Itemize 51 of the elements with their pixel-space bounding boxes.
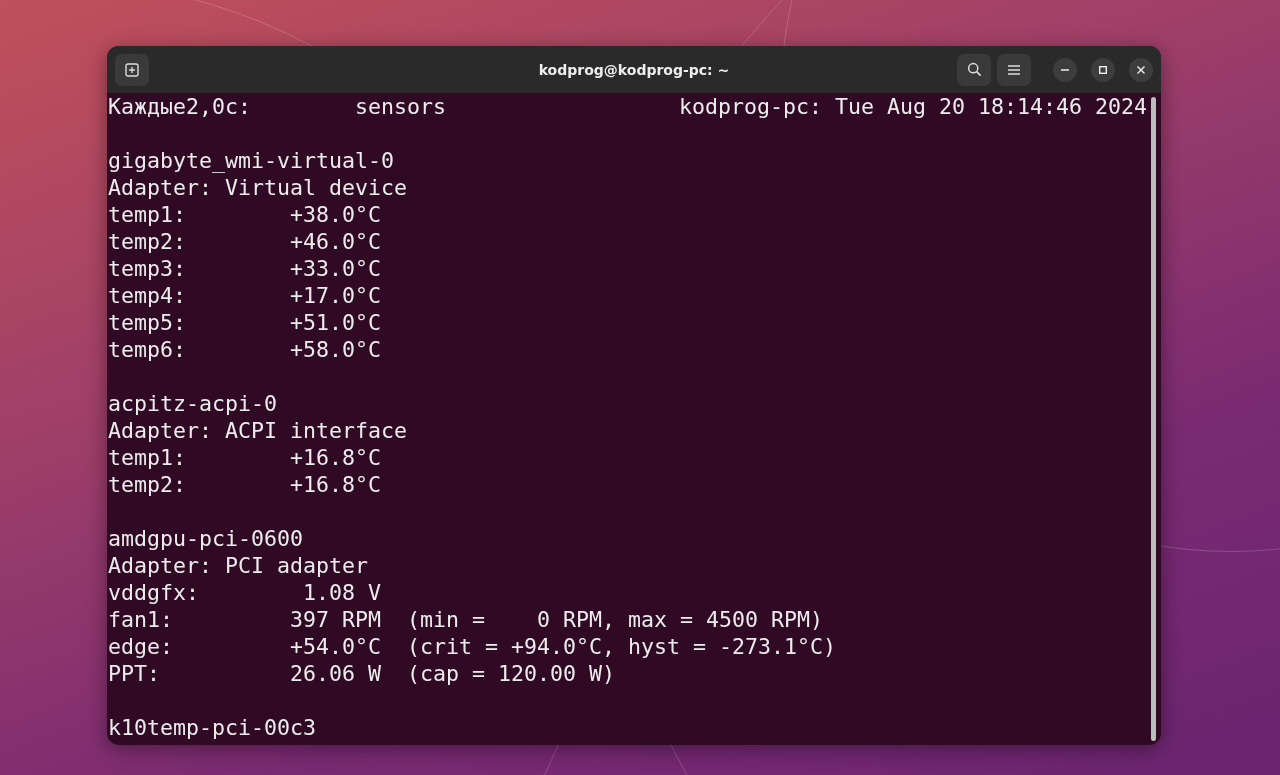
adapter-line: Adapter: PCI adapter — [108, 552, 368, 579]
search-button[interactable] — [957, 53, 991, 86]
sensor-value: +33.0°C — [290, 255, 381, 282]
chip-name: amdgpu-pci-0600 — [108, 525, 303, 552]
adapter-line: Adapter: Virtual device — [108, 174, 407, 201]
sensor-label: temp5: — [108, 310, 186, 335]
menu-icon — [1008, 64, 1020, 75]
sensor-label: temp6: — [108, 337, 186, 362]
scrollbar[interactable] — [1151, 97, 1156, 741]
host-and-time: kodprog-pc: Tue Aug 20 18:14:46 2024 — [678, 93, 1147, 120]
close-icon — [1137, 65, 1145, 74]
watch-interval: Каждые2,0с: — [108, 93, 252, 120]
sensor-limits: (crit = +94.0°C, hyst = -273.1°C) — [407, 633, 837, 660]
sensor-value: 26.06 W — [290, 660, 381, 687]
close-button[interactable] — [1129, 57, 1153, 82]
sensor-value: 397 RPM — [290, 606, 381, 633]
sensor-value: +17.0°C — [290, 282, 381, 309]
sensor-label: vddgfx: — [108, 580, 199, 605]
sensor-label: temp4: — [108, 283, 186, 308]
chip-name: gigabyte_wmi-virtual-0 — [108, 147, 394, 174]
sensor-label: edge: — [108, 634, 173, 659]
sensor-value: +16.8°C — [290, 444, 381, 471]
sensor-value: +51.0°C — [290, 309, 381, 336]
chip-name: acpitz-acpi-0 — [108, 390, 277, 417]
sensor-label: temp1: — [108, 445, 186, 470]
sensor-label: temp2: — [108, 472, 186, 497]
new-tab-icon — [125, 62, 139, 77]
window-title: kodprog@kodprog-pc: ~ — [538, 61, 730, 78]
sensor-limits: (min = 0 RPM, max = 4500 RPM) — [407, 606, 824, 633]
sensor-label: temp1: — [108, 202, 186, 227]
adapter-line: Adapter: ACPI interface — [108, 417, 407, 444]
search-icon — [966, 62, 982, 77]
sensor-value: +54.0°C — [290, 633, 381, 660]
sensor-value: +46.0°C — [290, 228, 381, 255]
sensor-value: +58.0°C — [290, 336, 381, 363]
sensor-value: +38.0°C — [290, 201, 381, 228]
sensor-label: PPT: — [108, 661, 160, 686]
minimize-button[interactable] — [1053, 57, 1077, 82]
sensor-label: temp3: — [108, 256, 186, 281]
sensor-value: 1.08 V — [303, 579, 381, 606]
maximize-icon — [1099, 65, 1107, 74]
sensor-value: +16.8°C — [290, 471, 381, 498]
menu-button[interactable] — [997, 53, 1031, 86]
sensor-limits: (cap = 120.00 W) — [407, 660, 615, 687]
watch-command: sensors — [355, 93, 446, 120]
sensor-label: temp2: — [108, 229, 186, 254]
maximize-button[interactable] — [1091, 57, 1115, 82]
sensor-label: fan1: — [108, 607, 173, 632]
minimize-icon — [1061, 68, 1069, 71]
new-tab-button[interactable] — [115, 53, 149, 86]
chip-name: k10temp-pci-00c3 — [108, 714, 316, 741]
